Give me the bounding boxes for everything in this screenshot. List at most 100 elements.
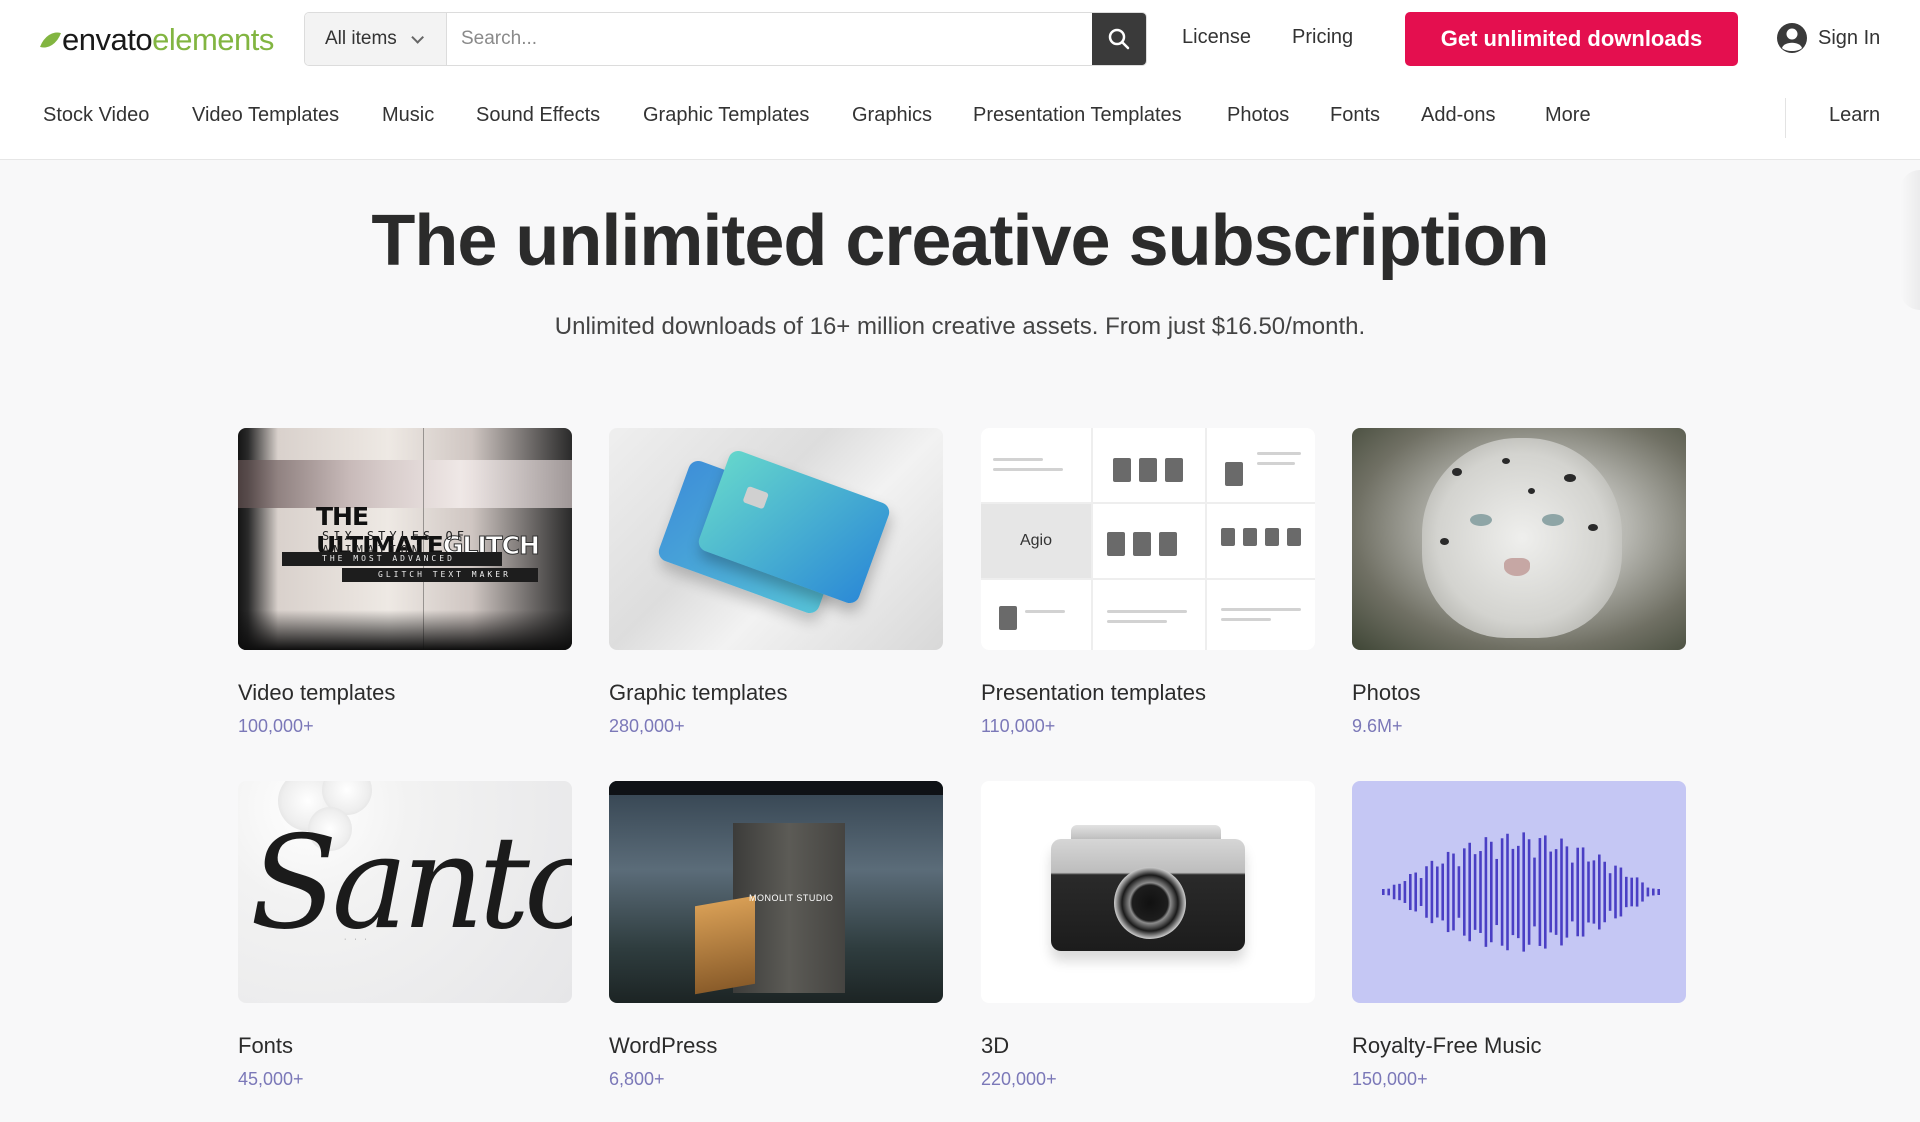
- nav-more[interactable]: More: [1545, 104, 1591, 127]
- nav-presentation-templates[interactable]: Presentation Templates: [973, 104, 1182, 127]
- card-count: 110,000+: [981, 716, 1056, 736]
- category-card-wordpress[interactable]: MONOLIT STUDIO WordPress 6,800+: [609, 781, 943, 1090]
- category-card-graphic-templates[interactable]: Graphic templates 280,000+: [609, 428, 943, 737]
- slide-preview: [1093, 428, 1205, 502]
- nav-graphics[interactable]: Graphics: [852, 104, 932, 127]
- waveform-bar: [1479, 851, 1482, 933]
- card-title: Video templates: [238, 680, 396, 705]
- waveform-bar: [1603, 861, 1606, 923]
- presentation-templates-thumbnail: Agio: [981, 428, 1315, 650]
- snow-leopard-image: [1422, 438, 1622, 638]
- waveform-bar: [1457, 866, 1461, 918]
- slide-preview: [981, 580, 1091, 650]
- chevron-down-icon: [411, 30, 424, 44]
- waveform-bar: [1446, 851, 1450, 933]
- waveform-bar: [1522, 832, 1525, 952]
- slide-preview: [1093, 580, 1205, 650]
- category-card-royalty-free-music[interactable]: Royalty-Free Music 150,000+: [1352, 781, 1686, 1090]
- category-dropdown-label: All items: [325, 28, 397, 49]
- card-count: 280,000+: [609, 716, 685, 736]
- waveform-bar: [1646, 887, 1650, 897]
- waveform-bar: [1506, 833, 1509, 951]
- waveform-bar: [1549, 851, 1552, 933]
- category-dropdown[interactable]: All items: [305, 13, 447, 65]
- category-card-3d[interactable]: 3D 220,000+: [981, 781, 1315, 1090]
- waveform-bar: [1398, 883, 1401, 901]
- photos-thumbnail: [1352, 428, 1686, 650]
- wordpress-thumbnail: MONOLIT STUDIO: [609, 781, 943, 1003]
- search-bar: All items: [304, 12, 1147, 66]
- card-title: Presentation templates: [981, 680, 1207, 705]
- sign-in-button[interactable]: Sign In: [1776, 22, 1880, 54]
- waveform-bar: [1592, 860, 1596, 924]
- search-icon: [1108, 28, 1130, 50]
- scroll-edge-shadow: [1900, 170, 1920, 310]
- license-link[interactable]: License: [1182, 26, 1251, 49]
- waveform-bar: [1619, 867, 1623, 917]
- waveform-bar: [1571, 862, 1574, 922]
- pricing-link[interactable]: Pricing: [1292, 26, 1353, 49]
- leopard-eye: [1470, 514, 1492, 526]
- card-title: WordPress: [609, 1033, 718, 1058]
- waveform-bar: [1382, 889, 1385, 895]
- slide-preview: [1093, 504, 1205, 578]
- nav-fonts[interactable]: Fonts: [1330, 104, 1380, 127]
- waveform-bar: [1419, 878, 1423, 906]
- waveform-bar: [1511, 848, 1515, 936]
- category-card-fonts[interactable]: Santoy · · · Fonts 45,000+: [238, 781, 572, 1090]
- sign-in-label: Sign In: [1818, 26, 1881, 49]
- card-chip: [742, 485, 769, 510]
- waveform-bar: [1452, 853, 1455, 931]
- user-circle-icon: [1777, 23, 1807, 53]
- waveform-bar: [1565, 846, 1569, 938]
- waveform-bar: [1641, 882, 1644, 902]
- waveform-bar: [1425, 866, 1428, 918]
- video-templates-thumbnail: THE ULTIMATEGLITCH SIX STYLES OF ANIMATI…: [238, 428, 572, 650]
- waveform-bar: [1495, 858, 1498, 926]
- waveform-bar: [1538, 838, 1542, 946]
- waveform-bar: [1576, 847, 1579, 937]
- card-count: 220,000+: [981, 1069, 1057, 1089]
- font-script-sample: Santoy: [250, 809, 572, 958]
- category-card-video-templates[interactable]: THE ULTIMATEGLITCH SIX STYLES OF ANIMATI…: [238, 428, 572, 737]
- nav-stock-video[interactable]: Stock Video: [43, 104, 149, 127]
- category-card-presentation-templates[interactable]: Agio Presentation templates 110,000+: [981, 428, 1315, 737]
- site-header: envato elements All items License Pricin…: [0, 0, 1920, 160]
- nav-graphic-templates[interactable]: Graphic Templates: [643, 104, 809, 127]
- nav-sound-effects[interactable]: Sound Effects: [476, 104, 600, 127]
- search-button[interactable]: [1092, 13, 1146, 65]
- nav-music[interactable]: Music: [382, 104, 434, 127]
- card-count: 100,000+: [238, 716, 314, 736]
- waveform-bar: [1554, 849, 1558, 935]
- audio-waveform-icon: [1382, 832, 1660, 952]
- hero-title: The unlimited creative subscription: [371, 201, 1549, 281]
- nav-photos[interactable]: Photos: [1227, 104, 1289, 127]
- waveform-bar: [1560, 838, 1563, 946]
- nav-add-ons[interactable]: Add-ons: [1421, 104, 1496, 127]
- leopard-eye: [1542, 514, 1564, 526]
- waveform-bar: [1517, 845, 1520, 939]
- waveform-bar: [1581, 847, 1585, 937]
- waveform-bar: [1387, 888, 1390, 896]
- card-title: Royalty-Free Music: [1352, 1033, 1542, 1058]
- nav-learn[interactable]: Learn: [1829, 104, 1880, 127]
- waveform-bar: [1587, 861, 1590, 923]
- search-input[interactable]: [447, 13, 1092, 65]
- card-title: 3D: [981, 1033, 1010, 1058]
- video-fade: [238, 610, 572, 650]
- card-title: Graphic templates: [609, 680, 788, 705]
- leaf-icon: [40, 28, 61, 52]
- card-title: Fonts: [238, 1033, 294, 1058]
- waveform-bar: [1409, 873, 1412, 911]
- envato-elements-logo[interactable]: envato elements: [40, 20, 274, 60]
- waveform-bar: [1630, 877, 1633, 907]
- category-nav: Stock Video Video Templates Music Sound …: [0, 104, 1920, 134]
- nav-video-templates[interactable]: Video Templates: [192, 104, 339, 127]
- category-card-photos[interactable]: Photos 9.6M+: [1352, 428, 1686, 737]
- nav-divider: [1785, 98, 1786, 138]
- waveform-bar: [1441, 863, 1444, 921]
- get-unlimited-downloads-button[interactable]: Get unlimited downloads: [1405, 12, 1738, 66]
- waveform-bar: [1468, 842, 1471, 942]
- font-sample-caption: · · ·: [344, 936, 370, 943]
- waveform-bar: [1533, 857, 1536, 927]
